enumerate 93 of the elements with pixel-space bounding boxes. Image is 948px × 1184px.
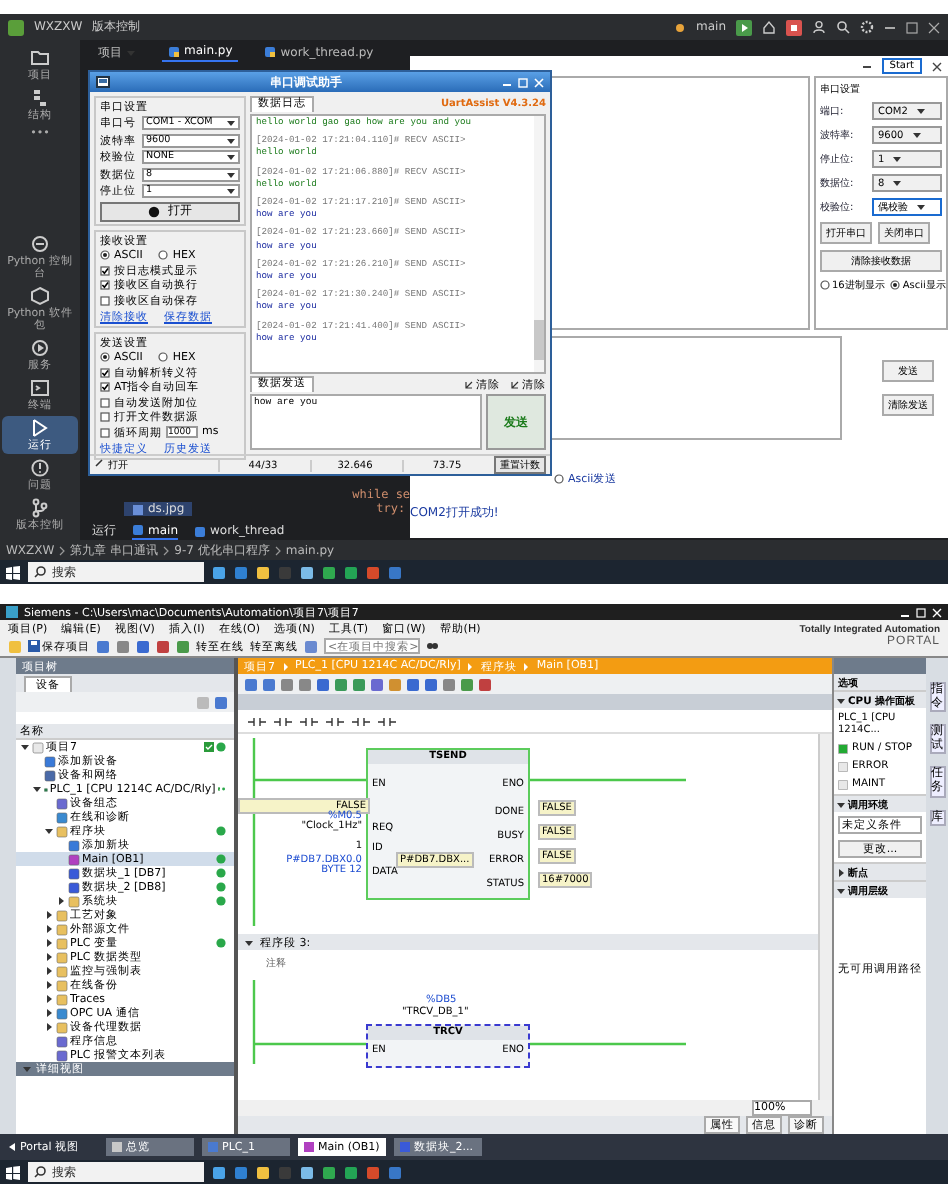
structure-icon xyxy=(30,88,50,108)
python-file-icon xyxy=(264,46,277,58)
dropdown-arrow-icon[interactable] xyxy=(911,130,922,140)
eraser-icon xyxy=(510,379,520,389)
chevron-icon xyxy=(162,545,171,555)
binoculars-icon[interactable] xyxy=(426,640,438,652)
warning-icon xyxy=(30,458,50,478)
separator-icon xyxy=(522,661,531,671)
chevron-icon xyxy=(273,545,282,555)
toolbar-icon[interactable] xyxy=(304,639,318,653)
expand-toggle-icon[interactable] xyxy=(836,799,846,809)
expand-toggle-icon[interactable] xyxy=(44,1022,54,1032)
back-arrow-icon xyxy=(8,1142,16,1152)
run-icon[interactable] xyxy=(736,19,752,35)
expand-toggle-icon[interactable] xyxy=(44,910,54,920)
terminal-icon xyxy=(30,378,50,398)
radio-button[interactable] xyxy=(100,352,110,363)
expand-toggle-icon[interactable] xyxy=(836,695,846,705)
search-icon xyxy=(34,1166,46,1178)
windows-logo-icon[interactable] xyxy=(6,1165,20,1179)
expand-toggle-icon[interactable] xyxy=(44,924,54,934)
image-file-icon xyxy=(132,503,144,515)
separator-icon xyxy=(281,661,289,671)
expand-toggle-icon[interactable] xyxy=(44,980,54,990)
editor-icon xyxy=(400,1142,410,1152)
expand-toggle-icon[interactable] xyxy=(836,885,846,895)
plug-icon xyxy=(94,458,104,468)
window-icon xyxy=(96,76,110,88)
play-icon xyxy=(30,418,50,438)
dropdown-arrow-icon[interactable] xyxy=(915,106,926,116)
editor-icon xyxy=(304,1142,314,1152)
python-file-icon xyxy=(194,525,206,537)
checkbox[interactable] xyxy=(100,265,110,276)
ladder-contact-icon[interactable] xyxy=(248,715,266,727)
radio-button[interactable] xyxy=(158,352,169,363)
radio-button[interactable] xyxy=(890,280,901,290)
checkbox[interactable] xyxy=(100,427,110,438)
expand-toggle-icon[interactable] xyxy=(44,966,54,976)
windows-logo-icon[interactable] xyxy=(6,565,20,579)
separator-icon xyxy=(466,661,475,671)
search-icon xyxy=(34,566,46,578)
ladder-contact-icon[interactable] xyxy=(378,715,396,727)
ladder-contact-icon[interactable] xyxy=(352,715,370,727)
checkbox[interactable] xyxy=(100,280,110,291)
panel-title-bar xyxy=(834,658,926,674)
expand-toggle-icon[interactable] xyxy=(44,994,54,1004)
minimize-icon[interactable] xyxy=(861,61,872,71)
checkbox[interactable] xyxy=(100,397,110,408)
package-icon xyxy=(30,286,50,306)
ladder-contact-icon[interactable] xyxy=(300,715,318,727)
eraser-icon xyxy=(464,379,474,389)
play-circle-icon xyxy=(30,338,50,358)
expand-toggle-icon[interactable] xyxy=(44,1008,54,1018)
expand-toggle-icon[interactable] xyxy=(44,826,54,836)
collapse-icon[interactable] xyxy=(244,937,254,947)
save-icon xyxy=(28,639,40,651)
user-icon[interactable] xyxy=(812,20,826,34)
radio-button[interactable] xyxy=(554,474,564,484)
expand-toggle-icon[interactable] xyxy=(32,784,42,794)
dropdown-arrow-icon[interactable] xyxy=(916,202,926,212)
expand-toggle-icon[interactable] xyxy=(44,952,54,962)
checkbox[interactable] xyxy=(100,412,110,423)
close-icon[interactable] xyxy=(928,21,940,33)
python-file-icon xyxy=(168,45,180,57)
ladder-contact-icon[interactable] xyxy=(274,715,292,727)
python-file-icon xyxy=(132,524,144,536)
folder-icon xyxy=(30,48,50,68)
scrollbar[interactable] xyxy=(534,116,544,372)
chevron-icon xyxy=(58,545,67,555)
expand-toggle-icon[interactable] xyxy=(44,938,54,948)
ladder-contact-icon[interactable] xyxy=(326,715,344,727)
dropdown-arrow-icon[interactable] xyxy=(892,154,903,164)
radio-button[interactable] xyxy=(820,280,830,290)
settings-icon[interactable] xyxy=(860,20,874,34)
radio-button[interactable] xyxy=(158,250,169,261)
home-icon[interactable] xyxy=(762,20,776,34)
app-icon xyxy=(6,606,18,618)
minimize-icon[interactable] xyxy=(884,21,896,33)
project-logo-icon xyxy=(8,19,24,35)
expand-toggle-icon[interactable] xyxy=(56,896,66,906)
checkbox[interactable] xyxy=(100,367,110,378)
radio-button[interactable] xyxy=(100,250,110,261)
checkbox[interactable] xyxy=(100,295,110,306)
port-status-icon xyxy=(148,205,160,217)
checkbox[interactable] xyxy=(100,382,110,393)
scrollbar[interactable] xyxy=(818,734,832,1100)
dropdown-arrow-icon[interactable] xyxy=(892,178,903,188)
console-icon xyxy=(30,234,50,254)
stop-icon[interactable] xyxy=(786,19,802,35)
close-icon[interactable] xyxy=(932,61,942,71)
editor-icon xyxy=(208,1142,218,1152)
editor-icon xyxy=(112,1142,122,1152)
search-icon[interactable] xyxy=(836,20,850,34)
